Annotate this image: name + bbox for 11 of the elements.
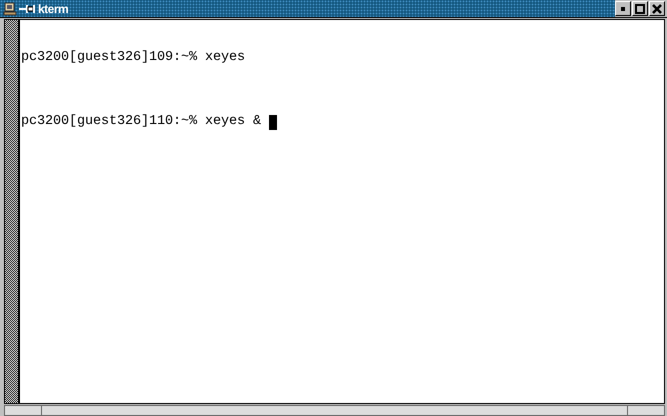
close-button[interactable] <box>649 1 665 16</box>
pin-icon[interactable] <box>19 4 35 14</box>
terminal-line: pc3200[guest326]110:~% xeyes & <box>21 114 262 130</box>
computer-icon[interactable] <box>3 2 17 16</box>
window-title: kterm <box>38 2 68 16</box>
terminal-area[interactable]: pc3200[guest326]109:~% xeyes pc3200[guest326]110:~% xeyes & <box>19 19 665 404</box>
minimize-button[interactable] <box>615 1 631 16</box>
terminal-line: pc3200[guest326]109:~% xeyes <box>21 50 246 66</box>
maximize-button[interactable] <box>632 1 648 16</box>
maximize-icon <box>635 4 645 14</box>
close-icon <box>652 4 662 14</box>
